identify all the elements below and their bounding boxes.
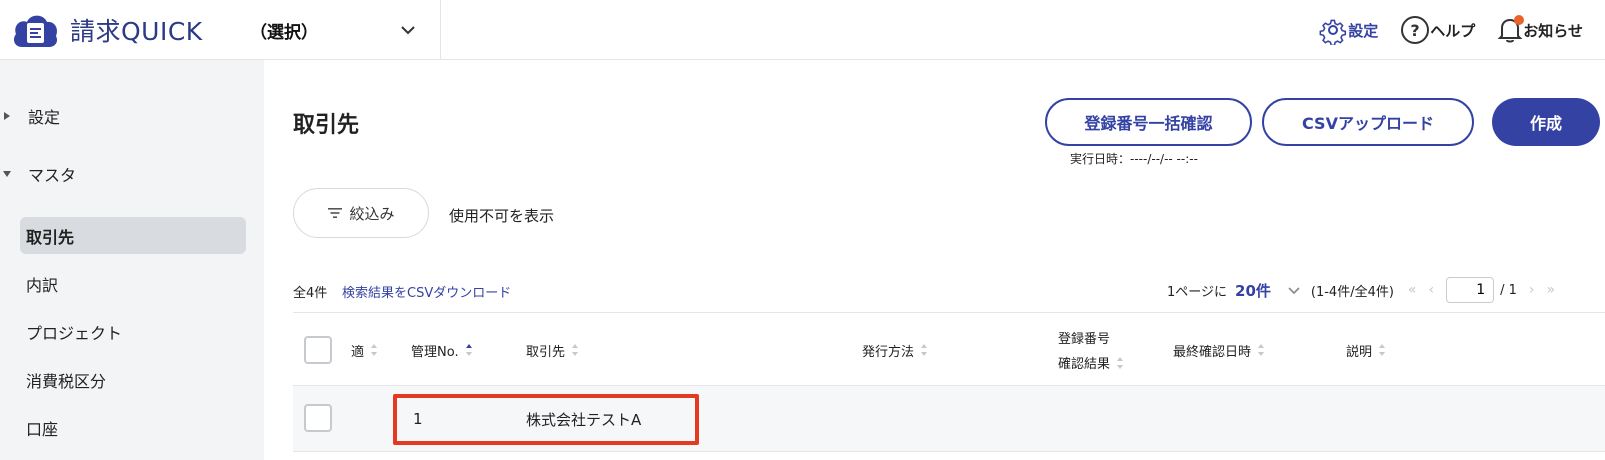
sidebar-item-label: 取引先 bbox=[26, 227, 75, 247]
col-label: 発行方法 bbox=[862, 344, 915, 360]
col-reg-result[interactable]: 登録番号 確認結果 bbox=[1058, 313, 1124, 387]
sort-icon bbox=[1379, 344, 1386, 356]
chevron-down-icon bbox=[401, 26, 415, 35]
filter-button[interactable]: 絞込み bbox=[293, 188, 429, 238]
caret-right-icon bbox=[4, 112, 10, 120]
col-label: 取引先 bbox=[526, 344, 566, 360]
selector-label: （選択） bbox=[250, 22, 318, 43]
page-number-input[interactable] bbox=[1446, 277, 1495, 303]
col-mgmt-no[interactable]: 管理No. bbox=[411, 313, 473, 387]
app-name: 請求QUICK bbox=[70, 17, 203, 46]
exec-date: 実行日時：----/--/-- --:-- bbox=[1070, 152, 1198, 166]
sidebar-group-label: マスタ bbox=[28, 166, 77, 185]
sidebar-group-settings[interactable]: 設定 bbox=[0, 104, 60, 128]
range-text: (1-4件/全4件) bbox=[1310, 284, 1394, 300]
col-label: 適 bbox=[351, 344, 365, 360]
filter-label: 絞込み bbox=[349, 204, 395, 223]
total-count: 全4件 bbox=[293, 286, 328, 301]
col-label: 最終確認日時 bbox=[1173, 344, 1252, 360]
sidebar-group-label: 設定 bbox=[28, 108, 61, 127]
sort-icon bbox=[1258, 344, 1265, 356]
cell-mgmt-no: 1 bbox=[413, 410, 423, 428]
sidebar-item-tax[interactable]: 消費税区分 bbox=[20, 361, 246, 398]
table-row[interactable]: 1 株式会社テストA bbox=[293, 386, 1605, 452]
sidebar-group-master[interactable]: マスタ bbox=[0, 162, 76, 186]
app-logo[interactable]: 請求QUICK bbox=[10, 9, 203, 51]
next-page-icon[interactable]: › bbox=[1529, 282, 1535, 298]
sidebar-item-partners[interactable]: 取引先 bbox=[20, 217, 246, 254]
pager: 1ページに 20件 (1-4件/全4件) « ‹ / 1 › » bbox=[1167, 276, 1561, 304]
sidebar-item-label: プロジェクト bbox=[26, 323, 123, 343]
page-title: 取引先 bbox=[293, 113, 360, 138]
sidebar-item-breakdown[interactable]: 内訳 bbox=[20, 265, 246, 302]
col-last-check[interactable]: 最終確認日時 bbox=[1173, 313, 1265, 387]
per-page-value[interactable]: 20件 bbox=[1235, 280, 1271, 301]
sort-asc-icon bbox=[465, 344, 472, 356]
app-header: 請求QUICK （選択） 設定 ? ヘルプ お知らせ bbox=[0, 0, 1605, 60]
first-page-icon[interactable]: « bbox=[1408, 282, 1417, 298]
sort-icon bbox=[371, 344, 378, 356]
prev-page-icon[interactable]: ‹ bbox=[1429, 282, 1435, 298]
total-pages: / 1 bbox=[1500, 282, 1517, 298]
col-label-line2: 確認結果 bbox=[1058, 357, 1111, 372]
table-header: 適 管理No. 取引先 発行方法 登録番号 確認結果 最終確認日時 説明 bbox=[293, 312, 1605, 386]
cell-partner: 株式会社テストA bbox=[526, 410, 642, 429]
header-actions: 設定 ? ヘルプ お知らせ bbox=[1318, 0, 1605, 60]
help-link[interactable]: ? ヘルプ bbox=[1400, 15, 1475, 45]
bell-icon-wrap bbox=[1497, 15, 1525, 44]
col-description[interactable]: 説明 bbox=[1346, 313, 1386, 387]
per-page-prefix: 1ページに bbox=[1167, 284, 1228, 300]
select-all-checkbox[interactable] bbox=[304, 336, 332, 364]
col-label-line2-wrap: 確認結果 bbox=[1058, 353, 1124, 372]
help-circle-icon: ? bbox=[1401, 16, 1430, 44]
create-button[interactable]: 作成 bbox=[1492, 98, 1600, 146]
col-tekikaku[interactable]: 適 bbox=[351, 313, 378, 387]
sidebar-item-label: 消費税区分 bbox=[26, 371, 107, 391]
col-label: 説明 bbox=[1346, 344, 1373, 360]
sidebar-item-account[interactable]: 口座 bbox=[20, 409, 246, 446]
csv-download-link[interactable]: 検索結果をCSVダウンロード bbox=[342, 282, 511, 301]
sidebar-item-label: 内訳 bbox=[26, 275, 59, 295]
sidebar: 設定 マスタ 取引先 内訳 プロジェクト 消費税区分 口座 bbox=[0, 60, 264, 460]
chevron-down-icon[interactable] bbox=[1285, 281, 1303, 299]
notice-label: お知らせ bbox=[1523, 21, 1583, 40]
show-disabled-toggle[interactable]: 使用不可を表示 bbox=[449, 205, 554, 226]
csv-upload-button[interactable]: CSVアップロード bbox=[1262, 98, 1474, 146]
svg-text:?: ? bbox=[1411, 21, 1420, 40]
caret-down-icon bbox=[3, 171, 11, 177]
col-partner[interactable]: 取引先 bbox=[526, 313, 579, 387]
company-selector[interactable]: （選択） bbox=[230, 0, 441, 60]
sort-icon bbox=[921, 344, 928, 356]
settings-label: 設定 bbox=[1348, 21, 1379, 40]
col-label-line1: 登録番号 bbox=[1058, 332, 1111, 347]
settings-link[interactable]: 設定 bbox=[1318, 15, 1378, 45]
row-checkbox[interactable] bbox=[304, 404, 332, 432]
bulk-check-button[interactable]: 登録番号一括確認 bbox=[1045, 98, 1252, 146]
last-page-icon[interactable]: » bbox=[1547, 282, 1556, 298]
gear-icon bbox=[1319, 19, 1347, 45]
help-label: ヘルプ bbox=[1430, 21, 1476, 40]
logo-cloud-icon bbox=[14, 15, 58, 47]
partner-table: 適 管理No. 取引先 発行方法 登録番号 確認結果 最終確認日時 説明 1 株… bbox=[293, 312, 1605, 452]
col-label: 管理No. bbox=[411, 344, 459, 360]
notice-link[interactable]: お知らせ bbox=[1497, 15, 1583, 44]
sort-icon bbox=[572, 344, 579, 356]
sidebar-item-label: 口座 bbox=[26, 419, 59, 439]
filter-icon bbox=[328, 208, 343, 218]
sort-icon bbox=[1117, 356, 1124, 369]
col-method[interactable]: 発行方法 bbox=[862, 313, 928, 387]
sidebar-item-project[interactable]: プロジェクト bbox=[20, 313, 246, 350]
